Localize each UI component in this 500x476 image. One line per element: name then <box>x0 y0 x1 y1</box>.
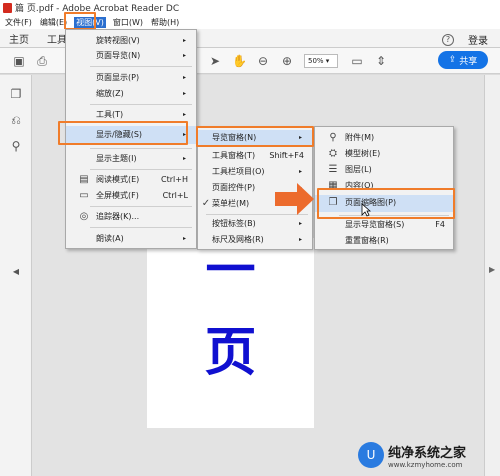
tab-home[interactable]: 主页 <box>0 31 38 46</box>
menu-item-read-aloud[interactable]: 朗读(A) ▸ <box>66 231 196 247</box>
menu-item-tracker[interactable]: ◎ 追踪器(K)... <box>66 209 196 225</box>
layers-icon: ☰ <box>328 164 338 175</box>
collapse-left-arrow-icon[interactable]: ◀ <box>9 265 23 279</box>
expand-right-arrow-icon[interactable]: ▶ <box>489 265 495 274</box>
menu-help[interactable]: 帮助(H) <box>150 17 180 28</box>
page-fit-icon[interactable]: ▭ <box>350 54 364 68</box>
tracker-icon: ◎ <box>79 211 89 222</box>
menu-item-toolbar-items[interactable]: 工具栏项目(O) ▸ <box>198 164 312 180</box>
menu-file[interactable]: 文件(F) <box>4 17 33 28</box>
zoom-level-input[interactable]: 50% ▾ <box>304 54 338 68</box>
menu-item-fullscreen[interactable]: ▭ 全屏模式(F) Ctrl+L <box>66 188 196 204</box>
save-icon[interactable]: ▣ <box>12 54 26 68</box>
hand-tool-icon[interactable]: ✋ <box>232 54 247 68</box>
menu-window[interactable]: 窗口(W) <box>112 17 144 28</box>
menu-item-model-tree[interactable]: ⛭ 模型树(E) <box>315 146 453 162</box>
separator <box>90 148 192 149</box>
annotation-arrow-icon <box>275 183 314 215</box>
menu-item-theme[interactable]: 显示主题(I) ▸ <box>66 151 196 167</box>
attachment-icon[interactable]: ⚲ <box>9 139 23 153</box>
menu-item-read-mode[interactable]: ▤ 阅读模式(E) Ctrl+H <box>66 172 196 188</box>
checkmark-icon: ✓ <box>201 198 211 209</box>
menu-item-zoom[interactable]: 缩放(Z) ▸ <box>66 86 196 102</box>
paperclip-icon: ⚲ <box>329 132 337 143</box>
highlight-box-show-hide <box>58 121 188 145</box>
select-cursor-icon[interactable]: ➤ <box>208 54 222 68</box>
zoom-out-icon[interactable]: ⊖ <box>256 54 270 68</box>
separator <box>90 227 192 228</box>
watermark-brand: 纯净系统之家 <box>388 445 467 461</box>
menu-item-rulers-grids[interactable]: 标尺及网格(R) ▸ <box>198 232 312 248</box>
mouse-cursor-icon <box>361 203 371 217</box>
acrobat-app-icon <box>3 2 12 13</box>
watermark-logo-icon: U <box>358 442 384 468</box>
menu-item-rotate-view[interactable]: 旋转视图(V) ▸ <box>66 33 196 49</box>
separator <box>90 169 192 170</box>
left-sidebar: ❐ ⎌ ⚲ ◀ <box>0 75 32 476</box>
login-button[interactable]: 登录 <box>468 32 488 47</box>
menu-item-show-nav-pane[interactable]: 显示导览窗格(S) F4 <box>315 217 453 233</box>
menu-item-tools-pane[interactable]: 工具窗格(T) Shift+F4 <box>198 148 312 164</box>
read-mode-icon: ▤ <box>79 174 89 185</box>
fullscreen-icon: ▭ <box>79 190 89 201</box>
separator <box>90 104 192 105</box>
menu-item-reset-panes[interactable]: 重置窗格(R) <box>315 233 453 249</box>
pdf-page: 一 页 <box>147 238 314 428</box>
menu-item-page-navigation[interactable]: 页面导览(N) ▸ <box>66 48 196 64</box>
page-text-line2: 页 <box>204 322 257 383</box>
highlight-box-page-thumbnails <box>317 188 455 219</box>
watermark: U 纯净系统之家 www.kzmyhome.com <box>358 438 498 472</box>
question-icon[interactable]: ? <box>442 33 454 46</box>
share-icon: ⇪ <box>448 55 457 65</box>
bookmark-icon[interactable]: ⎌ <box>9 113 23 127</box>
share-label: 共享 <box>459 56 478 67</box>
menu-item-page-display[interactable]: 页面显示(P) ▸ <box>66 70 196 86</box>
menu-item-attachments[interactable]: ⚲ 附件(M) <box>315 130 453 146</box>
menu-item-button-labels[interactable]: 按钮标签(B) ▸ <box>198 216 312 232</box>
zoom-value: 50% <box>308 57 324 65</box>
watermark-url: www.kzmyhome.com <box>388 460 463 469</box>
highlight-box-view-menu <box>64 12 96 30</box>
scroll-mode-icon[interactable]: ⇕ <box>374 54 388 68</box>
window-title: 篇 页.pdf - Adobe Acrobat Reader DC <box>15 4 180 14</box>
zoom-in-icon[interactable]: ⊕ <box>280 54 294 68</box>
share-button[interactable]: ⇪ 共享 <box>438 51 488 69</box>
model-tree-icon: ⛭ <box>329 148 337 159</box>
separator <box>90 206 192 207</box>
print-icon[interactable]: ⎙ <box>35 54 49 68</box>
vertical-scrollbar[interactable]: ▶ <box>484 75 500 476</box>
highlight-box-navigation-panes <box>196 126 314 147</box>
copy-pages-icon[interactable]: ❐ <box>9 87 23 101</box>
separator <box>90 66 192 67</box>
menu-item-layers[interactable]: ☰ 图层(L) <box>315 162 453 178</box>
